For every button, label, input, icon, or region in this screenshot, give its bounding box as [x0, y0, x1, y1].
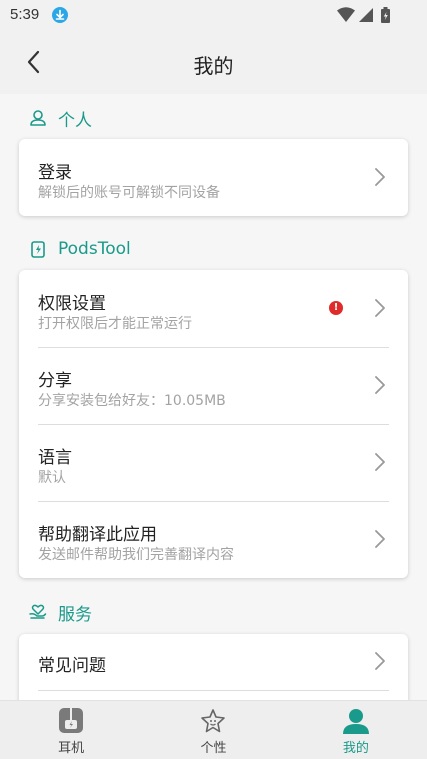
nav-label: 我的 — [342, 741, 369, 756]
status-time: 5:39 — [10, 6, 40, 23]
earbuds-icon — [59, 708, 84, 733]
row-subtitle: 分享安装包给好友：10.05MB — [38, 393, 226, 409]
section-header-personal: 个人 — [28, 106, 92, 131]
battery-charge-icon — [31, 241, 45, 258]
nav-item-me[interactable]: 我的 — [285, 701, 427, 759]
row-title: 登录 — [38, 163, 72, 183]
row-title: 语言 — [38, 448, 72, 468]
card-service: 常见问题 — [19, 634, 408, 700]
row-faq[interactable]: 常见问题 — [19, 634, 408, 690]
page-title: 我的 — [193, 54, 234, 78]
person-outline-icon — [30, 110, 46, 126]
section-header-podstool: PodsTool — [28, 237, 131, 261]
chevron-right-icon — [375, 453, 385, 471]
row-subtitle: 解锁后的账号可解锁不同设备 — [38, 185, 220, 201]
row-title: 常见问题 — [38, 656, 106, 676]
download-icon — [52, 7, 68, 23]
row-share[interactable]: 分享 分享安装包给好友：10.05MB — [19, 347, 408, 424]
divider — [38, 690, 389, 691]
chevron-right-icon — [375, 168, 385, 186]
row-subtitle: 打开权限后才能正常运行 — [38, 316, 192, 332]
status-bar: 5:39 — [0, 0, 427, 30]
battery-icon — [381, 7, 390, 23]
card-personal: 登录 解锁后的账号可解锁不同设备 — [19, 139, 408, 216]
row-title: 分享 — [38, 371, 72, 391]
row-language[interactable]: 语言 默认 — [19, 424, 408, 501]
wifi-icon — [337, 7, 355, 22]
status-icons — [337, 6, 397, 24]
nav-item-personalize[interactable]: 个性 — [142, 701, 284, 759]
row-title: 权限设置 — [38, 294, 106, 314]
section-title-podstool: PodsTool — [58, 239, 131, 259]
person-icon — [342, 709, 369, 734]
signal-icon — [359, 8, 373, 22]
row-permissions[interactable]: 权限设置 打开权限后才能正常运行 ! — [19, 270, 408, 347]
row-title: 帮助翻译此应用 — [38, 525, 157, 545]
card-podstool: 权限设置 打开权限后才能正常运行 ! 分享 分享安装包给好友：10.05MB 语… — [19, 270, 408, 578]
chevron-right-icon — [375, 652, 385, 670]
alert-icon: ! — [329, 301, 343, 315]
row-subtitle: 发送邮件帮助我们完善翻译内容 — [38, 547, 234, 563]
section-title-service: 服务 — [58, 604, 92, 625]
app-header: 我的 — [0, 30, 427, 94]
chevron-right-icon — [375, 530, 385, 548]
bottom-nav: 耳机 个性 我的 — [0, 700, 427, 759]
heart-hand-icon — [29, 604, 47, 619]
chevron-right-icon — [375, 299, 385, 317]
nav-item-earbuds[interactable]: 耳机 — [0, 701, 142, 759]
section-header-service: 服务 — [28, 600, 92, 625]
content-scroll[interactable]: 个人 登录 解锁后的账号可解锁不同设备 PodsTool 权限设置 打开权限后才… — [0, 94, 427, 700]
nav-label: 个性 — [200, 741, 227, 756]
row-subtitle: 默认 — [38, 470, 66, 486]
row-login[interactable]: 登录 解锁后的账号可解锁不同设备 — [19, 139, 408, 216]
star-icon — [201, 709, 226, 733]
row-help-translate[interactable]: 帮助翻译此应用 发送邮件帮助我们完善翻译内容 — [19, 501, 408, 578]
section-title-personal: 个人 — [58, 110, 92, 131]
chevron-right-icon — [375, 376, 385, 394]
nav-label: 耳机 — [58, 741, 85, 756]
